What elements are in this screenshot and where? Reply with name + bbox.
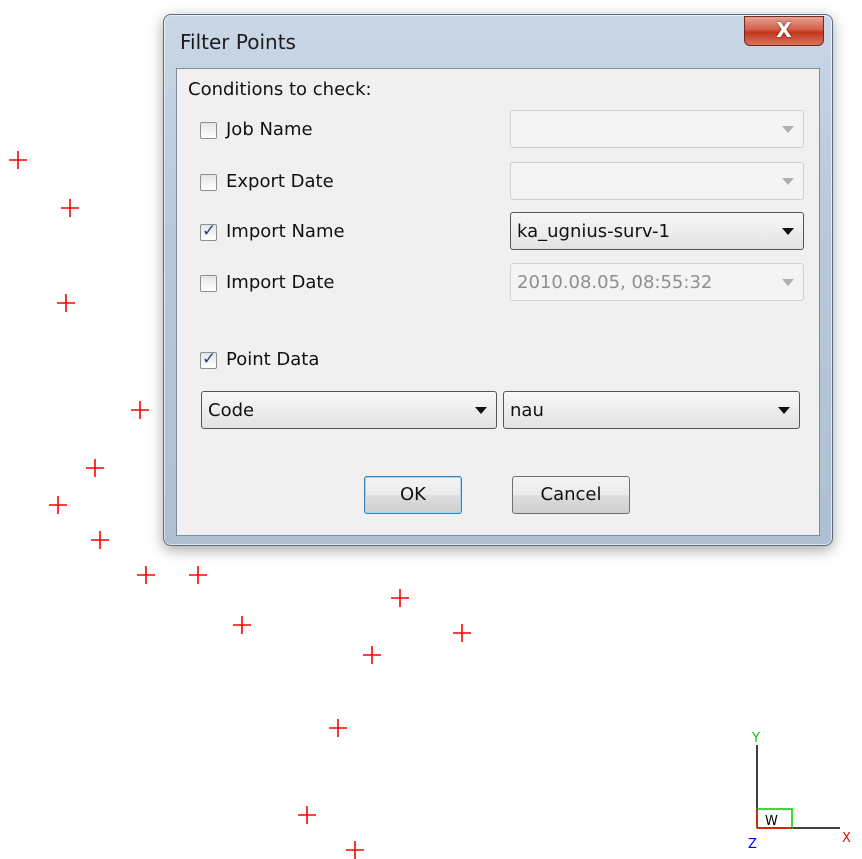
import-date-select[interactable]: 2010.08.05, 08:55:32 (510, 263, 804, 301)
axis-z-label: Z (748, 837, 757, 852)
close-button[interactable]: X (744, 16, 824, 46)
job-name-checkbox[interactable] (200, 122, 217, 139)
job-name-select[interactable] (510, 110, 804, 148)
job-name-label: Job Name (226, 119, 313, 140)
point-marker[interactable] (91, 531, 109, 549)
point-data-field-select[interactable]: Code (201, 391, 497, 429)
dialog-title: Filter Points (180, 30, 296, 54)
import-date-checkbox[interactable] (200, 275, 217, 292)
point-marker[interactable] (57, 294, 75, 312)
point-marker[interactable] (86, 459, 104, 477)
chevron-down-icon (782, 178, 794, 185)
dialog-body: Conditions to check: Job Name Export Dat… (176, 68, 820, 536)
point-marker[interactable] (9, 151, 27, 169)
conditions-heading: Conditions to check: (188, 79, 372, 100)
import-date-value: 2010.08.05, 08:55:32 (517, 272, 713, 293)
import-name-label: Import Name (226, 221, 345, 242)
chevron-down-icon (475, 407, 487, 414)
export-date-checkbox[interactable] (200, 174, 217, 191)
chevron-down-icon (782, 279, 794, 286)
chevron-down-icon (782, 228, 794, 235)
cancel-button[interactable]: Cancel (512, 476, 630, 514)
point-data-field-value: Code (208, 400, 255, 421)
point-data-checkbox[interactable] (200, 349, 217, 369)
close-icon: X (776, 18, 792, 42)
ucs-axis-icon: Y X Z W (748, 731, 851, 852)
filter-points-dialog: Filter Points X Conditions to check: Job… (163, 14, 833, 546)
point-marker[interactable] (137, 566, 155, 584)
chevron-down-icon (778, 407, 790, 414)
point-marker[interactable] (49, 496, 67, 514)
point-data-label: Point Data (226, 349, 320, 370)
axis-w-label: W (765, 814, 778, 829)
ok-button[interactable]: OK (364, 476, 462, 514)
import-date-label: Import Date (226, 272, 335, 293)
export-date-label: Export Date (226, 171, 334, 192)
point-marker[interactable] (61, 199, 79, 217)
point-marker[interactable] (329, 719, 347, 737)
point-data-value: nau (510, 400, 544, 421)
axis-x-label: X (842, 831, 851, 846)
axis-y-label: Y (751, 731, 760, 746)
point-marker[interactable] (363, 646, 381, 664)
export-date-select[interactable] (510, 162, 804, 200)
point-marker[interactable] (391, 589, 409, 607)
import-name-select[interactable]: ka_ugnius-surv-1 (510, 212, 804, 250)
point-marker[interactable] (346, 841, 364, 859)
dialog-titlebar[interactable]: Filter Points X (164, 15, 832, 67)
import-name-checkbox[interactable] (200, 221, 217, 241)
chevron-down-icon (782, 126, 794, 133)
import-name-value: ka_ugnius-surv-1 (517, 221, 670, 242)
point-data-value-select[interactable]: nau (503, 391, 800, 429)
point-marker[interactable] (453, 624, 471, 642)
point-marker[interactable] (131, 401, 149, 419)
point-marker[interactable] (233, 616, 251, 634)
point-marker[interactable] (189, 566, 207, 584)
point-marker[interactable] (298, 806, 316, 824)
